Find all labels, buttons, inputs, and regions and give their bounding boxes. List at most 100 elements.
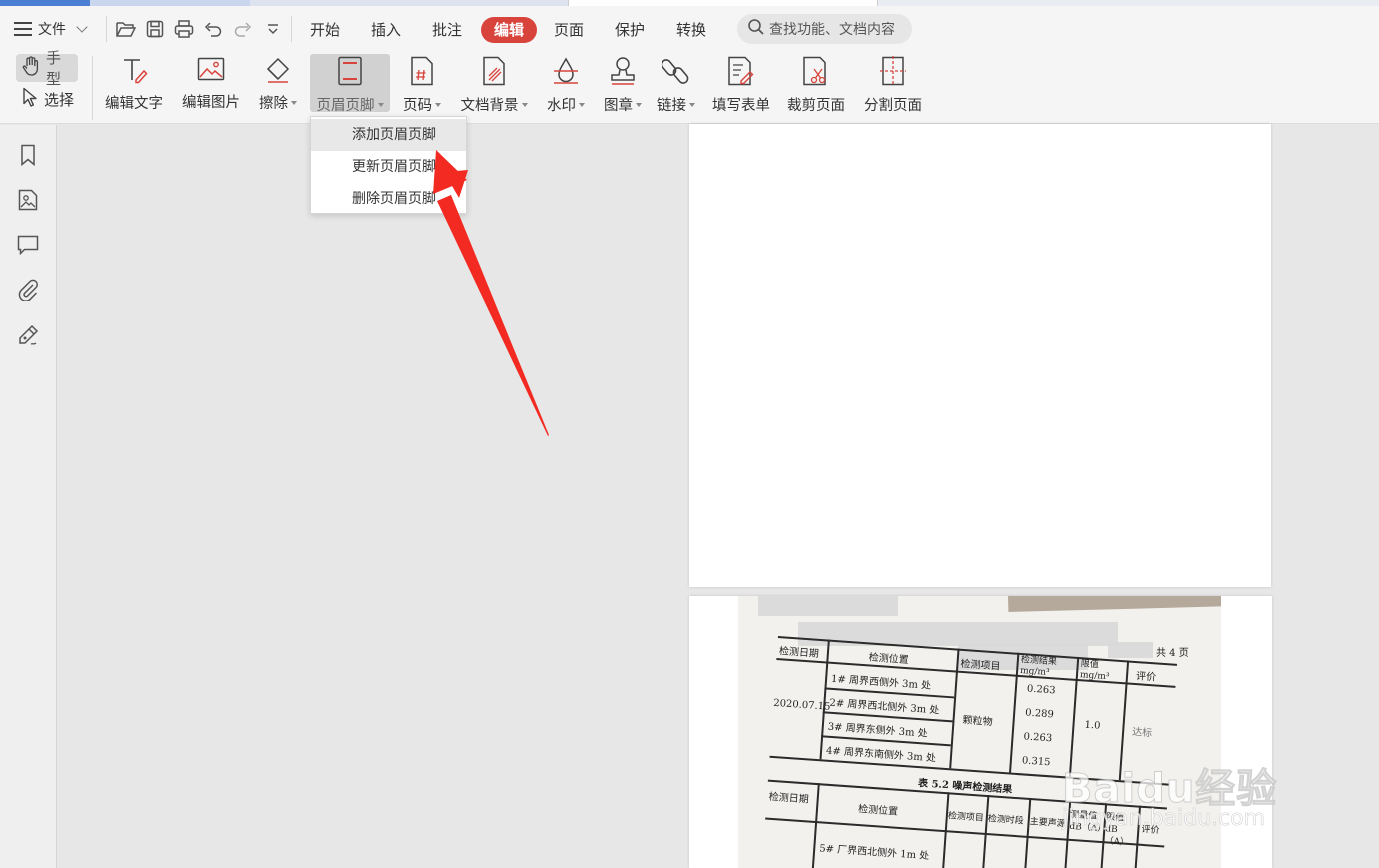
table-header: 主要声源	[1029, 817, 1066, 830]
stamp-icon	[608, 56, 638, 86]
table-header: 检测位置	[857, 804, 899, 818]
delete-header-footer-item[interactable]: 删除页眉页脚	[311, 183, 466, 215]
table-header: 评价	[1135, 671, 1157, 684]
eraser-button[interactable]: 擦除	[256, 54, 300, 112]
table-cell-location: 5# 厂界西北侧外 1m 处	[818, 843, 930, 863]
tab-page[interactable]: 页面	[546, 17, 592, 43]
redacted-region	[1108, 642, 1153, 658]
hand-mode-label: 手型	[46, 49, 62, 88]
separator	[92, 56, 93, 120]
table-cell-limit: 1.0	[1084, 719, 1101, 732]
edit-text-button[interactable]: 编辑文字	[103, 54, 165, 112]
crop-page-label: 裁剪页面	[787, 98, 845, 114]
tab-convert[interactable]: 转换	[668, 17, 714, 43]
document-background-label: 文档背景	[460, 98, 519, 114]
table-header: 检测项目	[947, 811, 985, 824]
dropdown-arrow-icon	[521, 102, 528, 107]
add-header-footer-item[interactable]: 添加页眉页脚	[311, 119, 466, 151]
header-footer-button[interactable]: 页眉页脚	[310, 54, 390, 114]
open-icon[interactable]	[115, 18, 137, 40]
scanned-document-image: 共 4 页 检测日期 检测位置 检测项目 检测结果 mg/m³ 限值 mg/m³…	[738, 596, 1221, 868]
cursor-icon	[22, 87, 38, 111]
scan-edge	[1008, 596, 1221, 612]
stamp-button[interactable]: 图章	[600, 54, 646, 114]
separator	[291, 16, 292, 42]
dropdown-arrow-icon	[291, 100, 297, 105]
fill-form-label: 填写表单	[712, 98, 770, 114]
crop-page-button[interactable]: 裁剪页面	[784, 54, 848, 114]
table-header: 限值 mg/m³	[1079, 659, 1110, 683]
table-header: 限值 dB（A）	[1104, 812, 1130, 848]
undo-icon[interactable]	[202, 18, 224, 40]
table-header: 检测时段	[987, 814, 1025, 827]
document-page-1	[689, 124, 1271, 587]
hand-icon	[22, 56, 40, 80]
table-header: 检测日期	[768, 791, 810, 806]
search-icon	[747, 18, 765, 40]
crop-page-icon	[801, 56, 831, 86]
tab-start[interactable]: 开始	[302, 17, 348, 43]
comment-icon[interactable]	[16, 233, 40, 257]
bookmark-icon[interactable]	[16, 143, 40, 167]
search-box[interactable]: 查找功能、文档内容	[737, 14, 912, 44]
dropdown-arrow-icon	[579, 102, 585, 107]
link-icon	[661, 56, 691, 86]
menu-icon	[14, 22, 32, 36]
watermark-label: 水印	[547, 98, 576, 114]
update-header-footer-item[interactable]: 更新页眉页脚	[311, 151, 466, 183]
table-cell-item: 颗粒物	[962, 715, 993, 729]
edit-image-icon	[196, 56, 226, 83]
scanned-table: 检测日期 检测位置 检测项目 检测结果 mg/m³ 限值 mg/m³ 评价 20…	[761, 636, 1187, 868]
split-page-button[interactable]: 分割页面	[861, 54, 925, 114]
tab-protect[interactable]: 保护	[607, 17, 653, 43]
page-number-button[interactable]: 页码	[399, 54, 445, 114]
table-header: 测量值 dB（A）	[1069, 809, 1107, 835]
menu-bar: 文件 开始 插入 批注 编辑 页面 保护 转换 查找功能、文档内容	[0, 6, 1379, 50]
eraser-icon	[263, 56, 293, 84]
document-page-2: 共 4 页 检测日期 检测位置 检测项目 检测结果 mg/m³ 限值 mg/m³…	[689, 596, 1272, 868]
left-sidebar	[0, 125, 57, 868]
split-page-label: 分割页面	[864, 98, 922, 114]
link-button[interactable]: 链接	[653, 54, 699, 114]
page-number-icon	[407, 56, 437, 86]
save-icon[interactable]	[144, 18, 166, 40]
chevron-down-icon	[76, 21, 88, 33]
tab-annotate[interactable]: 批注	[424, 17, 470, 43]
header-footer-icon	[335, 56, 365, 86]
edit-text-icon	[119, 56, 149, 84]
select-mode-button[interactable]: 选择	[16, 85, 80, 113]
dropdown-arrow-icon	[435, 102, 441, 107]
separator	[106, 16, 107, 42]
header-footer-dropdown: 添加页眉页脚 更新页眉页脚 删除页眉页脚	[310, 116, 467, 214]
table-cell-evaluation: 达标	[1131, 726, 1153, 740]
document-background-button[interactable]: 文档背景	[457, 54, 531, 114]
tab-insert[interactable]: 插入	[363, 17, 409, 43]
redo-icon[interactable]	[232, 18, 254, 40]
file-menu-button[interactable]: 文件	[14, 16, 90, 42]
customize-toolbar-icon[interactable]	[262, 18, 284, 40]
hand-mode-button[interactable]: 手型	[16, 49, 78, 88]
watermark-button[interactable]: 水印	[543, 54, 589, 114]
link-label: 链接	[657, 98, 686, 114]
dropdown-arrow-icon	[636, 102, 642, 107]
attachment-icon[interactable]	[16, 278, 40, 302]
table-cell-result: 0.263	[1023, 731, 1053, 745]
page-number-label: 页码	[403, 98, 432, 114]
watermark-icon	[551, 56, 581, 86]
print-icon[interactable]	[173, 18, 195, 40]
table-header: 检测位置	[868, 652, 909, 667]
signature-icon[interactable]	[16, 323, 40, 347]
image-icon[interactable]	[16, 188, 40, 212]
tab-edit[interactable]: 编辑	[481, 17, 538, 43]
edit-text-label: 编辑文字	[105, 96, 163, 112]
fill-form-icon	[726, 56, 756, 86]
header-footer-label: 页眉页脚	[316, 98, 375, 114]
table-header: 评价	[1141, 824, 1160, 837]
table-header: 检测项目	[960, 658, 1001, 673]
split-page-icon	[878, 56, 908, 86]
table-header: 检测日期	[778, 646, 820, 660]
table-cell-result: 0.289	[1024, 707, 1055, 721]
fill-form-button[interactable]: 填写表单	[709, 54, 773, 114]
edit-image-button[interactable]: 编辑图片	[180, 54, 242, 112]
dropdown-arrow-icon	[689, 102, 695, 107]
